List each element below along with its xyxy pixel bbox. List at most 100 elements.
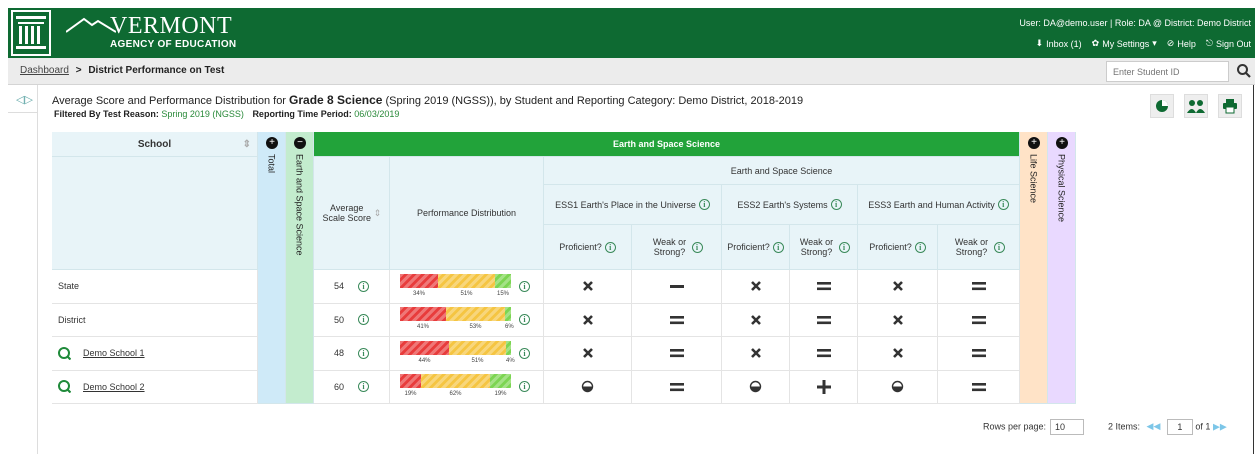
- above-standard-segment: [490, 374, 511, 388]
- target-result-cell: [722, 270, 790, 304]
- above-standard-segment: [506, 340, 511, 355]
- target-result-cell: [858, 270, 938, 304]
- total-column[interactable]: + Total: [258, 132, 286, 404]
- target-result-cell: [544, 270, 632, 304]
- expand-panel-icon[interactable]: ◁▷: [16, 93, 33, 106]
- gear-icon: ✿: [1091, 38, 1100, 48]
- distribution-bar[interactable]: [400, 273, 511, 288]
- proficient-header: Proficient? i: [722, 225, 790, 270]
- school-link[interactable]: Demo School 1: [83, 348, 145, 358]
- inbox-link[interactable]: ⬇ Inbox (1): [1036, 38, 1082, 49]
- pie-chart-button[interactable]: [1150, 94, 1174, 118]
- sort-icon[interactable]: ⇕: [374, 208, 382, 219]
- proficient-header: Proficient? i: [858, 225, 938, 270]
- expand-total-icon[interactable]: +: [266, 137, 278, 149]
- help-icon: ⊘: [1166, 38, 1175, 48]
- near-standard-segment: [438, 273, 495, 288]
- target-result-cell: [790, 303, 858, 337]
- physical-science-column[interactable]: + Physical Science: [1048, 132, 1076, 404]
- below-standard-segment: [400, 340, 449, 355]
- performance-distribution-cell: 19% 62% 19% i: [390, 370, 544, 404]
- breadcrumb-separator: >: [75, 65, 82, 76]
- info-icon[interactable]: i: [772, 241, 784, 253]
- distribution-bar[interactable]: [400, 307, 511, 321]
- ess-column[interactable]: − Earth and Space Science: [286, 132, 314, 404]
- expand-physical-icon[interactable]: +: [1056, 137, 1068, 149]
- school-search-icon[interactable]: [58, 380, 71, 394]
- info-icon[interactable]: i: [519, 347, 530, 359]
- info-icon[interactable]: i: [519, 381, 530, 393]
- info-icon[interactable]: i: [358, 280, 369, 292]
- rows-per-page-input[interactable]: 10: [1050, 419, 1085, 435]
- page-input[interactable]: 1: [1166, 419, 1193, 435]
- table-row: Demo School 1: [52, 337, 258, 371]
- weak-strong-header: Weak or Strong? i: [938, 225, 1020, 270]
- avg-score-cell: 50 i: [314, 303, 390, 337]
- distribution-bar[interactable]: [400, 374, 511, 388]
- half-circle-icon: [891, 381, 904, 393]
- performance-distribution-header: Performance Distribution: [390, 157, 544, 270]
- inbox-icon: ⬇: [1035, 38, 1044, 48]
- equals-icon: [816, 349, 831, 358]
- life-science-column[interactable]: + Life Science: [1020, 132, 1048, 404]
- target-result-cell: [544, 370, 632, 404]
- half-circle-icon: [749, 381, 762, 393]
- equals-icon: [971, 282, 986, 291]
- info-icon[interactable]: i: [691, 241, 703, 253]
- avg-score-cell: 54 i: [314, 270, 390, 304]
- target-ess1-header: ESS1 Earth's Place in the Universe i: [544, 185, 722, 225]
- info-icon[interactable]: i: [358, 347, 369, 359]
- info-icon[interactable]: i: [914, 241, 926, 253]
- plus-icon: [816, 379, 831, 394]
- report-title: Average Score and Performance Distributi…: [52, 93, 804, 107]
- search-icon[interactable]: [1236, 63, 1252, 79]
- performance-table: School ⇕ + Total − Earth and Space Scien…: [52, 132, 1076, 404]
- student-id-input[interactable]: [1106, 61, 1229, 82]
- school-column-header[interactable]: School ⇕: [52, 132, 258, 157]
- print-icon: [1223, 99, 1237, 114]
- info-icon[interactable]: i: [838, 241, 850, 253]
- target-result-cell: [938, 303, 1020, 337]
- x-mark-icon: [892, 281, 903, 292]
- equals-icon: [816, 282, 831, 291]
- info-icon[interactable]: i: [698, 199, 710, 210]
- print-button[interactable]: [1218, 94, 1242, 118]
- target-result-cell: [722, 337, 790, 371]
- target-result-cell: [938, 370, 1020, 404]
- info-icon[interactable]: i: [519, 280, 530, 292]
- target-result-cell: [858, 370, 938, 404]
- breadcrumb-dashboard-link[interactable]: Dashboard: [20, 65, 69, 76]
- first-page-icon[interactable]: ◀◀: [1147, 421, 1161, 431]
- near-standard-segment: [449, 340, 506, 355]
- weak-strong-header: Weak or Strong? i: [790, 225, 858, 270]
- help-link[interactable]: ⊘ Help: [1167, 38, 1196, 49]
- row-label: District: [58, 314, 86, 325]
- proficient-header: Proficient? i: [544, 225, 632, 270]
- group-button[interactable]: [1184, 94, 1208, 118]
- info-icon[interactable]: i: [830, 199, 842, 210]
- info-icon[interactable]: i: [997, 199, 1009, 210]
- info-icon[interactable]: i: [358, 381, 369, 393]
- brand-name: VERMONT: [110, 13, 233, 39]
- expand-life-icon[interactable]: +: [1028, 137, 1040, 149]
- info-icon[interactable]: i: [358, 314, 369, 326]
- settings-link[interactable]: ✿ My Settings ▾: [1092, 38, 1157, 49]
- last-page-icon[interactable]: ▶▶: [1213, 421, 1227, 431]
- avg-score-header[interactable]: Average Scale Score ⇕: [314, 157, 390, 270]
- pct-label: 41%: [416, 324, 429, 330]
- info-icon[interactable]: i: [519, 314, 530, 326]
- table-row: State: [52, 270, 258, 304]
- info-icon[interactable]: i: [993, 241, 1005, 253]
- collapse-ess-icon[interactable]: −: [294, 137, 306, 149]
- equals-icon: [971, 315, 986, 324]
- school-search-icon[interactable]: [58, 346, 71, 360]
- x-mark-icon: [582, 281, 593, 292]
- info-icon[interactable]: i: [604, 241, 616, 253]
- pie-chart-icon: [1156, 100, 1168, 112]
- signout-link[interactable]: ⎋ Sign Out: [1206, 38, 1251, 49]
- school-link[interactable]: Demo School 2: [83, 382, 145, 392]
- sort-icon[interactable]: ⇕: [243, 139, 251, 150]
- distribution-bar[interactable]: [400, 340, 511, 355]
- pct-label: 62%: [449, 391, 462, 397]
- half-circle-icon: [581, 381, 594, 393]
